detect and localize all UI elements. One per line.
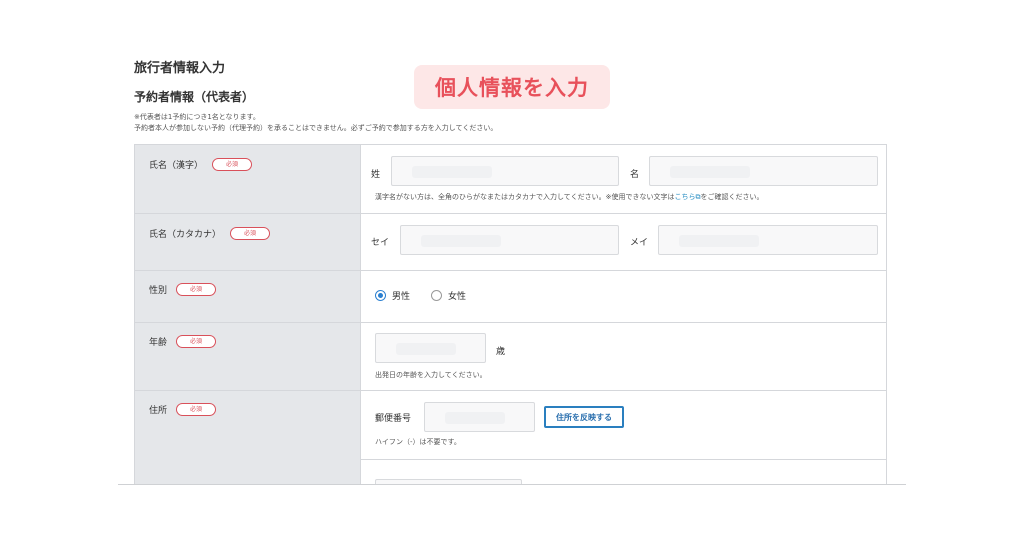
note-representative: ※代表者は1予約につき1名となります。 [134, 113, 260, 121]
row-divider [361, 459, 886, 460]
row-divider [135, 390, 886, 391]
required-badge: 必須 [176, 335, 217, 348]
first-name-kana-input[interactable] [658, 225, 878, 255]
address-label-text: 住所 [149, 406, 168, 416]
section-title: 予約者情報（代表者） [134, 90, 255, 104]
gender-label: 性別 必須 [149, 283, 217, 296]
gender-male-radio[interactable]: 男性 [375, 289, 410, 302]
required-badge: 必須 [212, 158, 253, 171]
age-unit: 歳 [496, 347, 506, 357]
radio-checked-icon[interactable] [375, 290, 386, 301]
age-help: 出発日の年齢を入力してください。 [375, 371, 487, 379]
gender-female-radio[interactable]: 女性 [431, 289, 466, 302]
required-badge: 必須 [176, 283, 217, 296]
postal-code-label: 郵便番号 [375, 414, 412, 424]
required-badge: 必須 [230, 227, 271, 240]
mei-label: 名 [630, 170, 640, 180]
row-divider [135, 270, 886, 271]
page-title: 旅行者情報入力 [134, 61, 226, 76]
label-column [135, 145, 361, 484]
name-kana-label-text: 氏名（カタカナ） [149, 230, 222, 240]
reflect-address-button[interactable]: 住所を反映する [544, 406, 624, 428]
address-label: 住所 必須 [149, 403, 217, 416]
radio-unchecked-icon[interactable] [431, 290, 442, 301]
mei-kana-label: メイ [630, 238, 649, 248]
last-name-kana-input[interactable] [400, 225, 619, 255]
age-input[interactable] [375, 333, 486, 363]
required-badge: 必須 [176, 403, 217, 416]
sei-label: 姓 [371, 170, 381, 180]
traveler-form: 氏名（漢字） 必須 姓 名 漢字名がない方は、全角のひらがなまたはカタカナで入力… [134, 144, 887, 484]
name-kana-label: 氏名（カタカナ） 必須 [149, 227, 271, 240]
last-name-kanji-input[interactable] [391, 156, 619, 186]
overlay-banner-text: 個人情報を入力 [435, 76, 589, 100]
name-kanji-label-text: 氏名（漢字） [149, 161, 204, 171]
age-label: 年齢 必須 [149, 335, 217, 348]
postal-code-help: ハイフン（-）は不要です。 [375, 438, 461, 446]
first-name-kanji-input[interactable] [649, 156, 878, 186]
overlay-banner: 個人情報を入力 [414, 65, 610, 109]
age-label-text: 年齢 [149, 338, 168, 348]
name-kanji-label: 氏名（漢字） 必須 [149, 158, 253, 171]
content-bottom-divider [118, 484, 906, 485]
unusable-characters-link[interactable]: こちら [674, 193, 695, 201]
sei-kana-label: セイ [371, 238, 390, 248]
note-proxy-booking: 予約者本人が参加しない予約（代理予約）を承ることはできません。必ずご予約で参加す… [134, 124, 498, 132]
gender-label-text: 性別 [149, 286, 168, 296]
row-divider [135, 322, 886, 323]
name-kanji-help: 漢字名がない方は、全角のひらがなまたはカタカナで入力してください。※使用できない… [375, 193, 764, 201]
postal-code-input[interactable] [424, 402, 535, 432]
row-divider [135, 213, 886, 214]
